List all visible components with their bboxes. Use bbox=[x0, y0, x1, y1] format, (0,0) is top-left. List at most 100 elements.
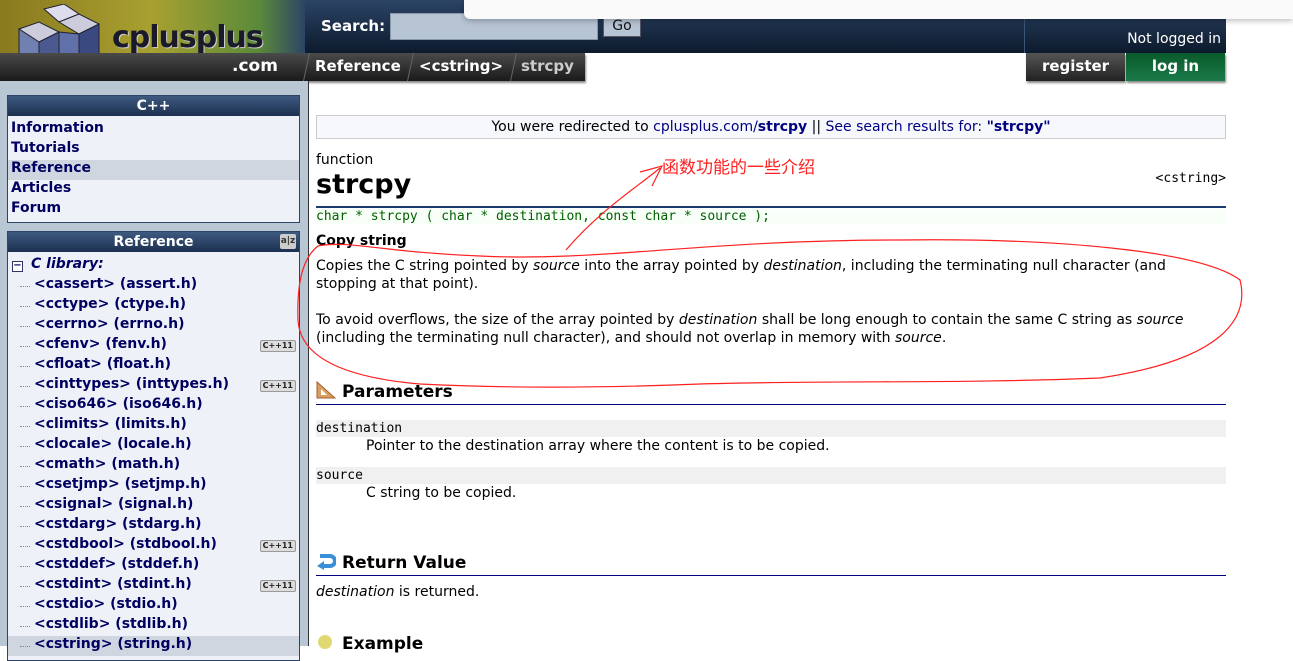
param-desc: C string to be copied. bbox=[366, 485, 517, 501]
redirect-link[interactable]: cplusplus.com/strcpy bbox=[653, 119, 807, 135]
text: into the array pointed by bbox=[579, 258, 764, 274]
param-ref: destination bbox=[678, 312, 758, 328]
sidebar-item-tutorials[interactable]: Tutorials bbox=[8, 140, 299, 160]
breadcrumb-reference[interactable]: Reference bbox=[315, 57, 401, 75]
reference-item[interactable]: <csetjmp> (setjmp.h) bbox=[8, 476, 299, 496]
param-ref: destination bbox=[763, 258, 842, 274]
param-name: source bbox=[316, 467, 1226, 484]
reference-item-label: <cstdint> (stdint.h) bbox=[34, 576, 192, 592]
reference-item[interactable]: <ciso646> (iso646.h) bbox=[8, 396, 299, 416]
reference-item-label: <cerrno> (errno.h) bbox=[34, 316, 185, 332]
c-library-group[interactable]: − C library: bbox=[8, 256, 299, 276]
reference-item[interactable]: <cstdlib> (stdlib.h) bbox=[8, 616, 299, 636]
reference-item-label: <cassert> (assert.h) bbox=[34, 276, 198, 292]
example-title: Example bbox=[342, 634, 424, 654]
redirect-notice: You were redirected to cplusplus.com/str… bbox=[316, 115, 1226, 139]
reference-box: Reference a|z − C library: <cassert> (ass… bbox=[7, 231, 300, 661]
reference-item[interactable]: <cerrno> (errno.h) bbox=[8, 316, 299, 336]
logo-text: cplusplus bbox=[112, 20, 264, 55]
reference-item-label: <clocale> (locale.h) bbox=[34, 436, 192, 452]
page-title: strcpy bbox=[316, 169, 412, 200]
reference-item[interactable]: <csignal> (signal.h) bbox=[8, 496, 299, 516]
set-square-icon bbox=[316, 380, 337, 399]
register-button[interactable]: register bbox=[1026, 53, 1125, 81]
cpp11-badge: C++11 bbox=[259, 540, 296, 552]
group-label: C library: bbox=[31, 256, 104, 272]
search-term: "strcpy" bbox=[986, 119, 1051, 135]
reference-item[interactable]: <climits> (limits.h) bbox=[8, 416, 299, 436]
sidebar: C++ Information Tutorials Reference Article… bbox=[0, 81, 309, 661]
logo[interactable]: cplusplus bbox=[0, 0, 305, 75]
lightbulb-icon bbox=[316, 633, 336, 651]
breadcrumb-separator bbox=[510, 53, 517, 81]
description-paragraph-2: To avoid overflows, the size of the arra… bbox=[316, 311, 1216, 347]
reference-item-label: <cmath> (math.h) bbox=[34, 456, 181, 472]
reference-item-label: <ciso646> (iso646.h) bbox=[34, 396, 203, 412]
link-host: cplusplus.com/ bbox=[653, 119, 758, 135]
reference-item[interactable]: <cstdio> (stdio.h) bbox=[8, 596, 299, 616]
parameters-heading: Parameters bbox=[316, 380, 1226, 405]
return-param: destination bbox=[316, 584, 395, 600]
function-summary: Copy string bbox=[316, 233, 407, 249]
reference-item-label: <cstdarg> (stdarg.h) bbox=[34, 516, 202, 532]
text: (including the terminating null characte… bbox=[316, 330, 895, 346]
reference-item[interactable]: <cmath> (math.h) bbox=[8, 456, 299, 476]
reference-item-label: <cstring> (string.h) bbox=[34, 636, 193, 652]
cpp11-badge: C++11 bbox=[259, 380, 296, 392]
function-prototype: char * strcpy ( char * destination, cons… bbox=[316, 209, 1226, 224]
logo-com: .com bbox=[232, 56, 278, 76]
search-text: See search results for: bbox=[825, 119, 987, 135]
reference-item-label: <csetjmp> (setjmp.h) bbox=[34, 476, 207, 492]
reference-item-label: <cctype> (ctype.h) bbox=[34, 296, 186, 312]
sort-az-icon[interactable]: a|z bbox=[280, 234, 296, 249]
reference-item[interactable]: <cstring> (string.h) bbox=[8, 636, 299, 656]
return-value-heading: Return Value bbox=[316, 552, 1226, 576]
breadcrumb-separator bbox=[303, 53, 310, 81]
description-paragraph-1: Copies the C string pointed by source in… bbox=[316, 257, 1216, 293]
reference-item-label: <cstddef> (stddef.h) bbox=[34, 556, 200, 572]
breadcrumb-strcpy: strcpy bbox=[521, 57, 574, 75]
search-results-link[interactable]: See search results for: "strcpy" bbox=[826, 119, 1051, 135]
reference-title: Reference bbox=[113, 234, 194, 250]
collapse-icon[interactable]: − bbox=[12, 261, 23, 272]
reference-item-label: <cstdlib> (stdlib.h) bbox=[34, 616, 189, 632]
redirect-prefix: You were redirected to bbox=[491, 119, 654, 135]
param-ref: source bbox=[895, 330, 942, 346]
param-name: destination bbox=[316, 420, 1226, 437]
login-button[interactable]: log in bbox=[1126, 53, 1225, 81]
text: Copies the C string pointed by bbox=[316, 258, 534, 274]
breadcrumb-cstring[interactable]: <cstring> bbox=[419, 57, 503, 75]
reference-item[interactable]: <cctype> (ctype.h) bbox=[8, 296, 299, 316]
cpp11-badge: C++11 bbox=[259, 580, 296, 592]
reference-item[interactable]: <cstdbool> (stdbool.h) C++11 bbox=[8, 536, 299, 556]
sidebar-item-information[interactable]: Information bbox=[8, 120, 299, 140]
reference-item-label: <cstdbool> (stdbool.h) bbox=[34, 536, 217, 552]
reference-item[interactable]: <cstdarg> (stdarg.h) bbox=[8, 516, 299, 536]
reference-item-label: <cinttypes> (inttypes.h) bbox=[34, 376, 229, 392]
go-button[interactable]: Go bbox=[603, 16, 641, 37]
reference-item[interactable]: <cfenv> (fenv.h) C++11 bbox=[8, 336, 299, 356]
return-rest: is returned. bbox=[394, 584, 480, 600]
browser-popup bbox=[464, 0, 1293, 19]
entity-kind: function bbox=[316, 152, 374, 168]
text: . bbox=[941, 330, 947, 346]
login-status: Not logged in bbox=[1127, 31, 1221, 47]
reference-item[interactable]: <cstdint> (stdint.h) C++11 bbox=[8, 576, 299, 596]
sidebar-item-articles[interactable]: Articles bbox=[8, 180, 299, 200]
text: shall be long enough to contain the same… bbox=[757, 312, 1137, 328]
parameters-title: Parameters bbox=[342, 382, 453, 402]
reference-item-label: <climits> (limits.h) bbox=[34, 416, 187, 432]
return-text: destination is returned. bbox=[316, 583, 1216, 601]
sidebar-item-forum[interactable]: Forum bbox=[8, 200, 299, 220]
annotation-text: 函数功能的一些介绍 bbox=[662, 158, 815, 178]
cpp11-badge: C++11 bbox=[259, 340, 296, 352]
reference-item[interactable]: <clocale> (locale.h) bbox=[8, 436, 299, 456]
reference-item[interactable]: <cstddef> (stddef.h) bbox=[8, 556, 299, 576]
reference-item[interactable]: <cassert> (assert.h) bbox=[8, 276, 299, 296]
example-heading: Example bbox=[316, 633, 1226, 657]
sidebar-item-reference[interactable]: Reference bbox=[8, 160, 299, 180]
title-divider bbox=[316, 206, 1226, 208]
reference-item-label: <csignal> (signal.h) bbox=[34, 496, 194, 512]
reference-item[interactable]: <cinttypes> (inttypes.h) C++11 bbox=[8, 376, 299, 396]
reference-item[interactable]: <cfloat> (float.h) bbox=[8, 356, 299, 376]
